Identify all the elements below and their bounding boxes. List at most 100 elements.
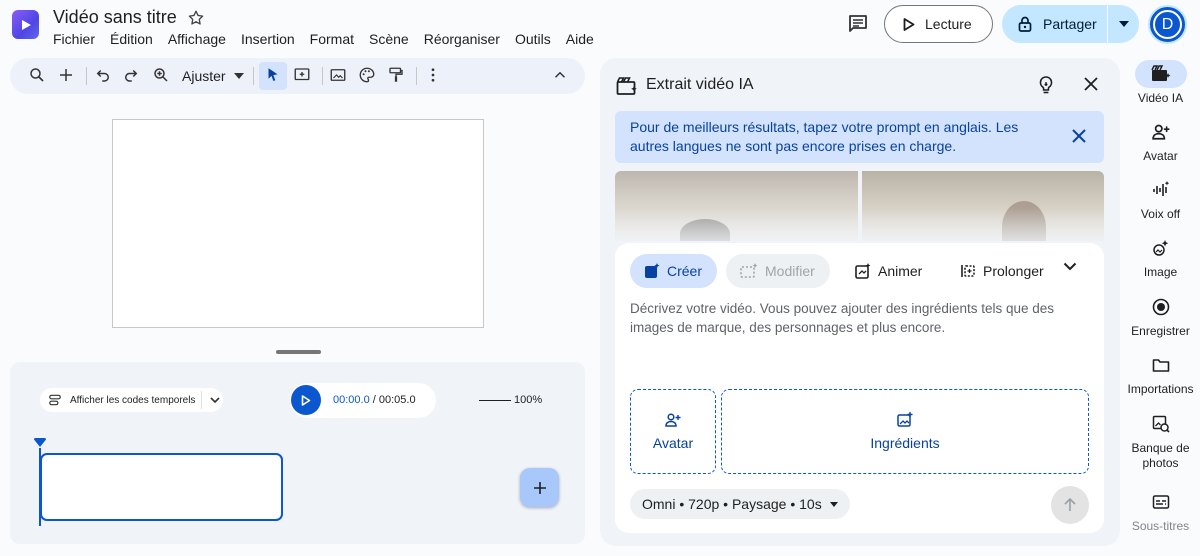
lightbulb-icon[interactable] — [1038, 76, 1054, 94]
image-icon[interactable] — [329, 66, 347, 84]
menu-item-edit[interactable]: Édition — [110, 31, 153, 47]
menu-item-scene[interactable]: Scène — [369, 31, 409, 47]
zoom-icon[interactable] — [152, 66, 170, 84]
rail-label: Importations — [1127, 382, 1194, 396]
rail-label: Avatar — [1143, 149, 1178, 163]
create-sparkle-icon — [645, 263, 660, 278]
modify-icon — [740, 263, 758, 278]
menu-item-format[interactable]: Format — [310, 31, 354, 47]
rail-label: Sous-titres — [1131, 519, 1190, 533]
time-readout: 00:00.0 / 00:05.0 — [333, 394, 416, 406]
redo-icon[interactable] — [122, 66, 140, 84]
collapse-icon[interactable] — [551, 66, 569, 84]
lock-icon — [1018, 16, 1032, 32]
timeline-play-button[interactable] — [291, 385, 321, 415]
image-sparkle-icon — [1135, 234, 1187, 262]
rail-item-subtitles[interactable]: Sous-titres — [1121, 488, 1200, 534]
palette-icon[interactable] — [358, 66, 376, 84]
paint-format-icon[interactable] — [387, 66, 405, 84]
timeline-clip[interactable] — [40, 453, 283, 521]
toolbar-divider — [86, 67, 87, 85]
account-avatar[interactable]: D — [1148, 5, 1187, 44]
info-banner-text: Pour de meilleurs résultats, tapez votre… — [630, 119, 1019, 154]
share-button[interactable]: Partager — [1002, 5, 1139, 43]
menu-item-view[interactable]: Affichage — [168, 31, 226, 47]
document-title[interactable]: Vidéo sans titre — [53, 7, 177, 28]
rail-label: Vidéo IA — [1137, 91, 1184, 105]
share-button-label: Partager — [1043, 16, 1097, 32]
close-banner-icon[interactable] — [1072, 129, 1086, 143]
add-icon — [533, 481, 546, 494]
menu-item-tools[interactable]: Outils — [515, 31, 551, 47]
menu-item-file[interactable]: Fichier — [53, 31, 95, 47]
caret-down-icon — [829, 501, 838, 507]
time-separator: / — [369, 394, 379, 406]
more-icon[interactable] — [424, 66, 442, 84]
tab-extend-label: Prolonger — [983, 263, 1044, 279]
tab-modify-label: Modifier — [765, 263, 815, 279]
tab-animate-label: Animer — [878, 263, 923, 279]
menu-item-arrange[interactable]: Réorganiser — [424, 31, 500, 47]
rail-item-ai-video[interactable]: Vidéo IA — [1121, 60, 1200, 106]
toolbar-divider — [322, 67, 323, 85]
add-icon[interactable] — [57, 66, 75, 84]
close-icon[interactable] — [1083, 76, 1099, 92]
avatar-add-icon — [665, 412, 681, 427]
record-icon — [1135, 293, 1187, 321]
extend-icon — [961, 265, 975, 277]
rail-item-voiceover[interactable]: Voix off — [1121, 176, 1200, 222]
generation-settings-button[interactable]: Omni • 720p • Paysage • 10s — [630, 489, 850, 519]
comment-icon[interactable] — [846, 12, 870, 36]
add-scene-button[interactable] — [520, 468, 559, 507]
undo-icon[interactable] — [94, 66, 112, 84]
thumbnail-fade — [615, 208, 1104, 248]
send-prompt-button[interactable] — [1051, 486, 1089, 524]
timeline-zoom-slider[interactable] — [479, 400, 511, 401]
tab-create[interactable]: Créer — [630, 254, 718, 288]
rail-item-imports[interactable]: Importations — [1121, 351, 1200, 397]
rail-label: Image — [1143, 265, 1178, 279]
rail-item-record[interactable]: Enregistrer — [1121, 293, 1200, 339]
add-avatar-button[interactable]: Avatar — [630, 389, 716, 474]
rail-label: Banque de photos — [1131, 441, 1190, 470]
resize-handle[interactable] — [276, 350, 321, 354]
play-button[interactable]: Lecture — [884, 5, 993, 43]
toolbar-divider — [253, 67, 254, 85]
star-icon[interactable] — [187, 9, 205, 27]
voiceover-icon — [1135, 176, 1187, 204]
tab-create-label: Créer — [667, 263, 703, 279]
play-icon — [301, 394, 311, 406]
playhead-marker-icon[interactable] — [34, 438, 46, 447]
text-box-icon[interactable] — [293, 66, 311, 84]
animate-icon — [855, 263, 871, 279]
add-ingredients-button[interactable]: Ingrédients — [721, 389, 1089, 474]
ai-video-panel: Extrait vidéo IA Pour de meilleurs résul… — [600, 58, 1120, 546]
prompt-input[interactable]: Décrivez votre vidéo. Vous pouvez ajoute… — [630, 299, 1060, 337]
app-logo[interactable] — [12, 10, 39, 39]
scene-canvas[interactable] — [112, 119, 484, 328]
share-main[interactable]: Partager — [1002, 5, 1107, 43]
play-button-label: Lecture — [925, 16, 972, 32]
zoom-select[interactable]: Ajuster — [182, 68, 226, 84]
zoom-select-label: Ajuster — [182, 68, 226, 84]
ai-video-icon — [1134, 60, 1187, 88]
tab-animate[interactable]: Animer — [841, 254, 937, 288]
stock-photo-icon — [1135, 410, 1187, 438]
tab-extend[interactable]: Prolonger — [946, 254, 1059, 288]
select-cursor-icon[interactable] — [264, 66, 282, 84]
zoom-caret-icon[interactable] — [234, 73, 244, 79]
search-icon[interactable] — [28, 66, 46, 84]
share-dropdown-button[interactable] — [1107, 5, 1139, 43]
chevron-down-icon[interactable] — [210, 397, 221, 403]
arrow-up-icon — [1064, 498, 1076, 511]
rail-item-avatar[interactable]: Avatar — [1121, 118, 1200, 164]
chevron-down-icon[interactable] — [1063, 262, 1077, 271]
menu-item-help[interactable]: Aide — [566, 31, 594, 47]
rail-item-image[interactable]: Image — [1121, 234, 1200, 280]
timecode-toggle-button[interactable]: Afficher les codes temporels — [40, 388, 223, 412]
add-ingredients-label: Ingrédients — [870, 435, 940, 451]
generation-settings-label: Omni • 720p • Paysage • 10s — [642, 496, 822, 512]
menu-item-insert[interactable]: Insertion — [241, 31, 295, 47]
rail-item-stock-photos[interactable]: Banque de photos — [1121, 410, 1200, 471]
divider — [201, 391, 203, 409]
